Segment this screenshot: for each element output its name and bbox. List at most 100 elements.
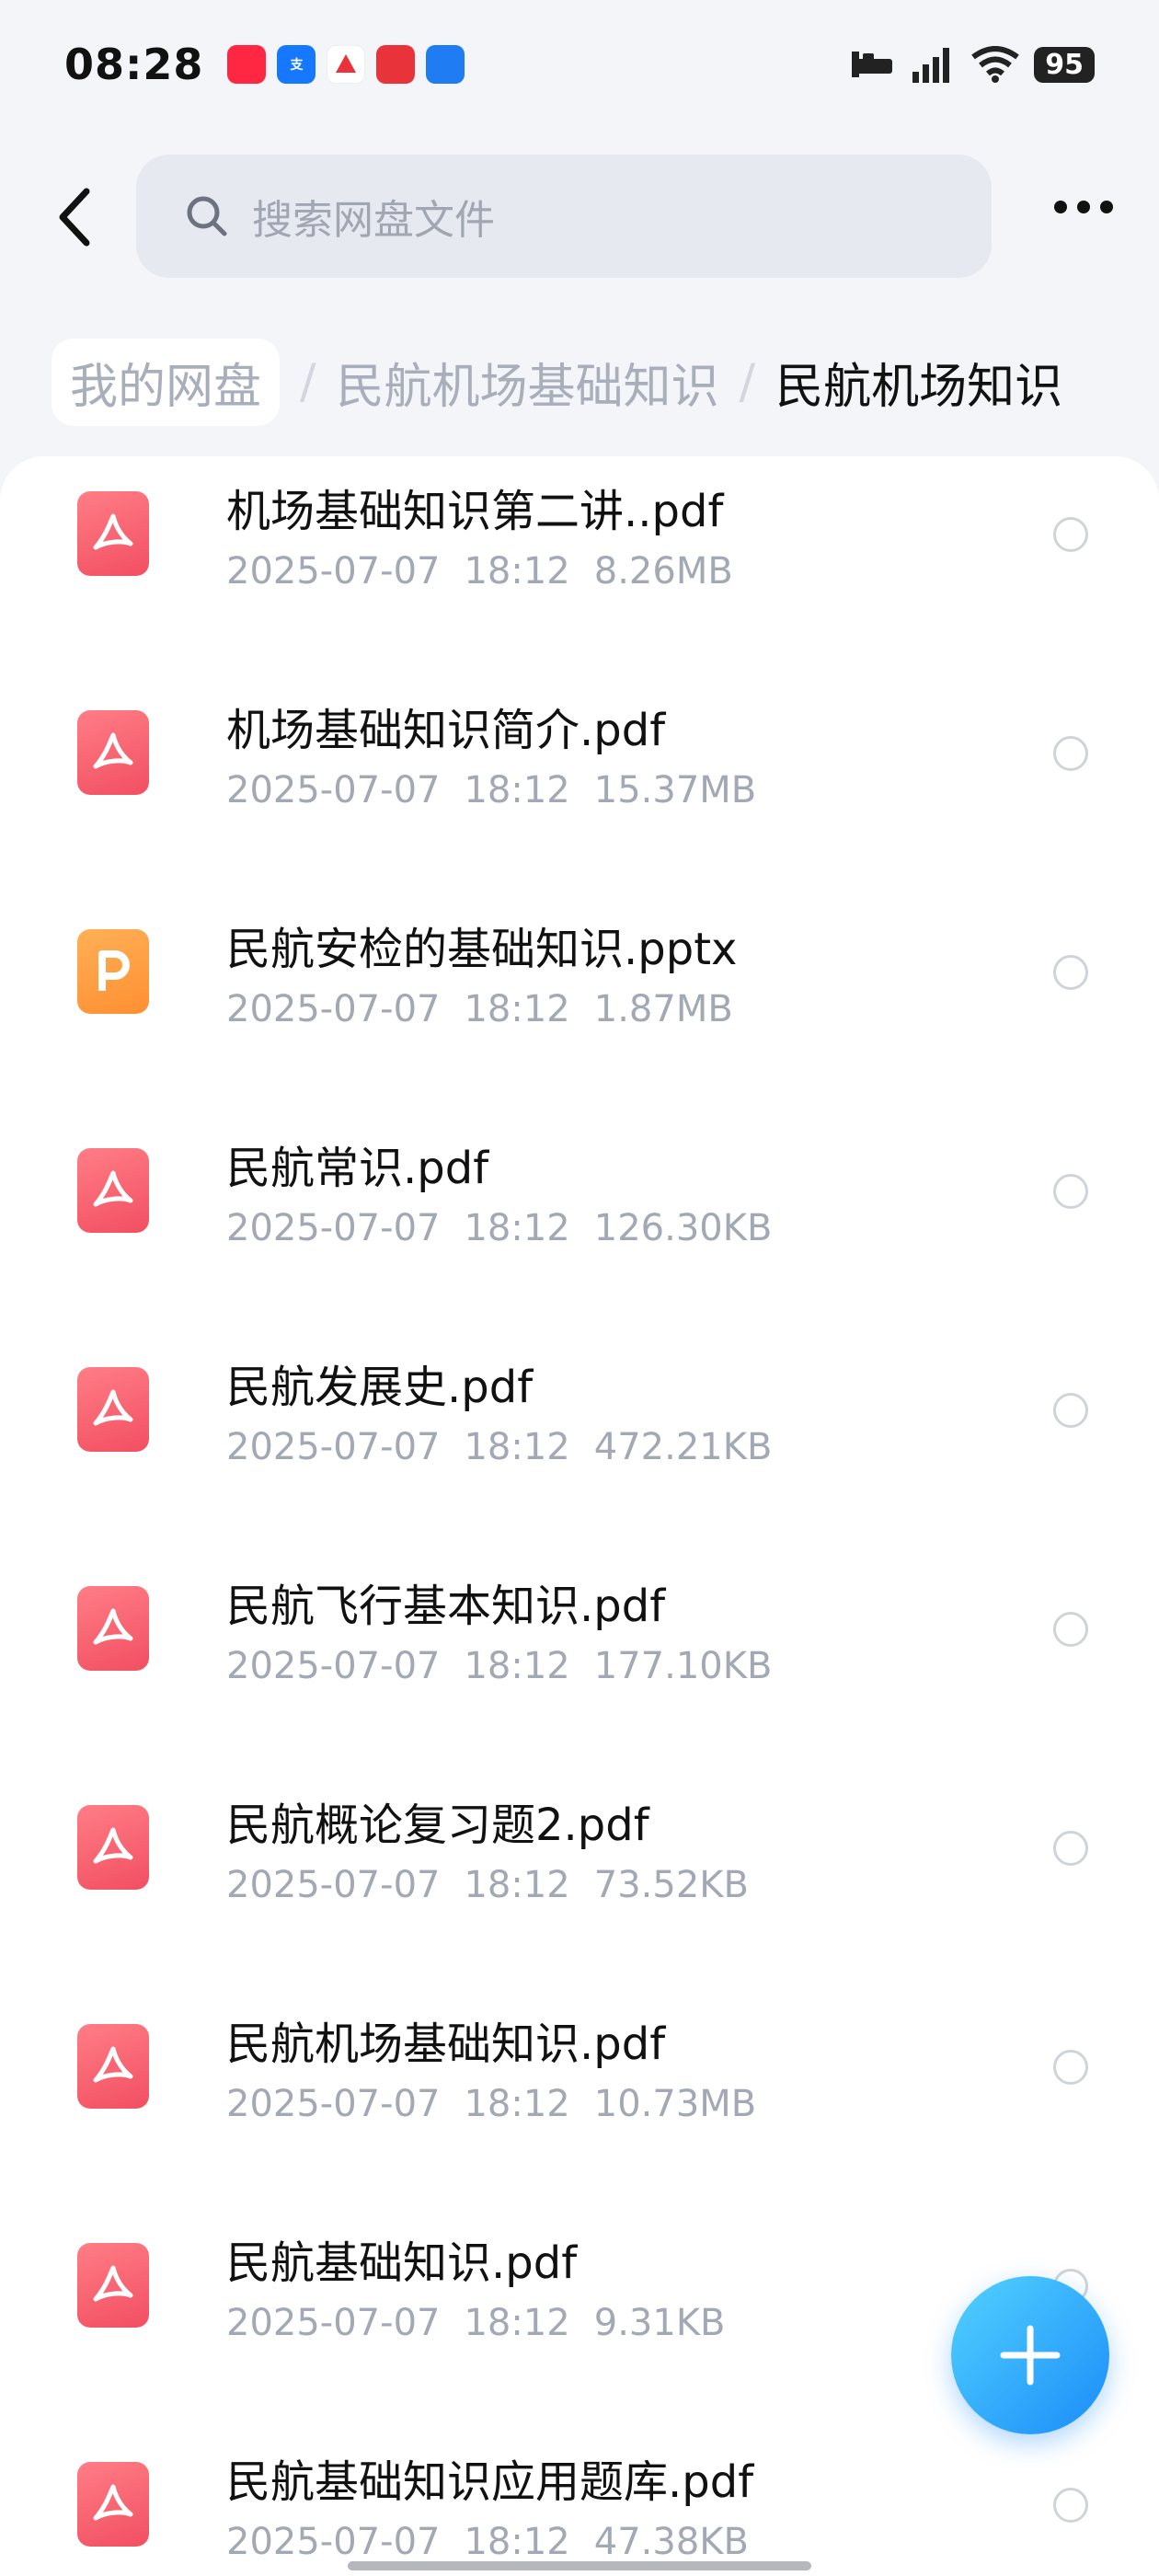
top-bar: 搜索网盘文件 (0, 155, 1159, 278)
breadcrumb-separator: / (739, 354, 756, 409)
wifi-icon (971, 46, 1020, 83)
alipay-icon: 支 (277, 45, 316, 84)
file-time: 18:12 (464, 1864, 570, 1906)
app-icon-4 (376, 45, 416, 84)
select-radio[interactable] (1053, 1393, 1088, 1428)
search-placeholder: 搜索网盘文件 (252, 197, 495, 244)
pdf-file-icon (77, 1367, 149, 1452)
file-meta: 2025-07-07 18:12 9.31KB (226, 2302, 725, 2344)
select-radio[interactable] (1053, 2488, 1088, 2523)
select-radio[interactable] (1053, 1831, 1088, 1866)
status-right: 95 (850, 44, 1095, 85)
file-date: 2025-07-07 (226, 1645, 441, 1687)
app-icon-3 (327, 45, 366, 84)
app-icon-5 (426, 45, 465, 84)
more-dot (1100, 201, 1113, 213)
file-meta: 2025-07-07 18:12 1.87MB (226, 988, 733, 1030)
file-time: 18:12 (464, 2302, 570, 2344)
file-date: 2025-07-07 (226, 988, 441, 1030)
xiaohongshu-icon (227, 45, 267, 84)
pdf-file-icon (77, 710, 149, 795)
file-date: 2025-07-07 (226, 2302, 441, 2344)
file-meta: 2025-07-07 18:12 73.52KB (226, 1864, 749, 1906)
file-row[interactable]: 民航机场基础知识.pdf 2025-07-07 18:12 10.73MB (0, 1958, 1159, 2177)
file-row[interactable]: 民航常识.pdf 2025-07-07 18:12 126.30KB (0, 1082, 1159, 1301)
file-meta: 2025-07-07 18:12 10.73MB (226, 2083, 756, 2125)
file-meta: 2025-07-07 18:12 8.26MB (226, 550, 733, 592)
breadcrumb: 我的网盘 / 民航机场基础知识 / 民航机场知识 (52, 338, 1063, 426)
breadcrumb-separator: / (300, 354, 316, 409)
file-date: 2025-07-07 (226, 1426, 441, 1468)
file-row[interactable]: 民航基础知识应用题库.pdf 2025-07-07 18:12 47.38KB (0, 2396, 1159, 2576)
file-row[interactable]: 民航安检的基础知识.pptx 2025-07-07 18:12 1.87MB (0, 863, 1159, 1082)
file-name: 民航发展史.pdf (226, 1362, 534, 1413)
back-arrow-icon[interactable] (46, 182, 110, 252)
select-radio[interactable] (1053, 1174, 1088, 1209)
home-indicator[interactable] (348, 2561, 811, 2570)
file-meta: 2025-07-07 18:12 126.30KB (226, 1207, 772, 1249)
file-size: 73.52KB (593, 1864, 749, 1906)
file-name: 民航飞行基本知识.pdf (226, 1581, 666, 1632)
file-size: 9.31KB (593, 2302, 726, 2344)
file-row[interactable]: 民航发展史.pdf 2025-07-07 18:12 472.21KB (0, 1301, 1159, 1520)
file-time: 18:12 (464, 1207, 570, 1249)
notification-icons: 支 (227, 45, 465, 84)
plus-icon (1000, 2325, 1061, 2386)
file-meta: 2025-07-07 18:12 472.21KB (226, 1426, 772, 1468)
file-size: 472.21KB (593, 1426, 773, 1468)
breadcrumb-current: 民航机场知识 (775, 359, 1063, 415)
file-name: 民航机场基础知识.pdf (226, 2018, 666, 2070)
bed-icon (852, 52, 893, 77)
file-list: 机场基础知识第二讲..pdf 2025-07-07 18:12 8.26MB 机场基础知… (0, 456, 1159, 2576)
battery-level: 95 (1034, 46, 1095, 83)
file-size: 15.37MB (593, 769, 757, 811)
signal-icon (912, 48, 950, 83)
pdf-file-icon (77, 1586, 149, 1671)
pptx-file-icon (77, 929, 149, 1014)
file-size: 47.38KB (593, 2521, 749, 2563)
breadcrumb-parent[interactable]: 民航机场基础知识 (337, 348, 719, 417)
file-time: 18:12 (464, 1645, 570, 1687)
file-row[interactable]: 机场基础知识第二讲..pdf 2025-07-07 18:12 8.26MB (0, 456, 1159, 644)
file-meta: 2025-07-07 18:12 177.10KB (226, 1645, 772, 1687)
pdf-file-icon (77, 491, 149, 576)
pdf-file-icon (77, 2462, 149, 2547)
search-icon (187, 196, 227, 236)
file-size: 177.10KB (593, 1645, 773, 1687)
file-row[interactable]: 民航飞行基本知识.pdf 2025-07-07 18:12 177.10KB (0, 1520, 1159, 1739)
file-size: 126.30KB (593, 1207, 773, 1249)
file-date: 2025-07-07 (226, 550, 441, 592)
pdf-file-icon (77, 2024, 149, 2109)
file-date: 2025-07-07 (226, 2521, 441, 2563)
status-time: 08:28 (64, 40, 204, 89)
breadcrumb-home[interactable]: 我的网盘 (52, 338, 281, 426)
file-meta: 2025-07-07 18:12 15.37MB (226, 769, 756, 811)
file-row[interactable]: 民航概论复习题2.pdf 2025-07-07 18:12 73.52KB (0, 1739, 1159, 1958)
select-radio[interactable] (1053, 955, 1088, 990)
file-name: 民航常识.pdf (226, 1143, 489, 1194)
select-radio[interactable] (1053, 736, 1088, 771)
file-time: 18:12 (464, 2083, 570, 2125)
select-radio[interactable] (1053, 517, 1088, 552)
file-meta: 2025-07-07 18:12 47.38KB (226, 2521, 749, 2563)
status-bar: 08:28 支 95 (0, 0, 1159, 129)
file-size: 1.87MB (593, 988, 733, 1030)
more-icon[interactable] (1054, 201, 1113, 213)
file-date: 2025-07-07 (226, 1864, 441, 1906)
select-radio[interactable] (1053, 1612, 1088, 1647)
select-radio[interactable] (1053, 2050, 1088, 2085)
file-time: 18:12 (464, 988, 570, 1030)
search-bar[interactable]: 搜索网盘文件 (136, 155, 992, 278)
file-time: 18:12 (464, 769, 570, 811)
file-size: 8.26MB (593, 550, 733, 592)
file-time: 18:12 (464, 1426, 570, 1468)
more-dot (1077, 201, 1090, 213)
pdf-file-icon (77, 1805, 149, 1890)
file-row[interactable]: 机场基础知识简介.pdf 2025-07-07 18:12 15.37MB (0, 644, 1159, 863)
file-name: 民航概论复习题2.pdf (226, 1800, 649, 1851)
file-time: 18:12 (464, 2521, 570, 2563)
add-button[interactable] (951, 2276, 1109, 2434)
file-date: 2025-07-07 (226, 2083, 441, 2125)
file-date: 2025-07-07 (226, 769, 441, 811)
pdf-file-icon (77, 2243, 149, 2328)
